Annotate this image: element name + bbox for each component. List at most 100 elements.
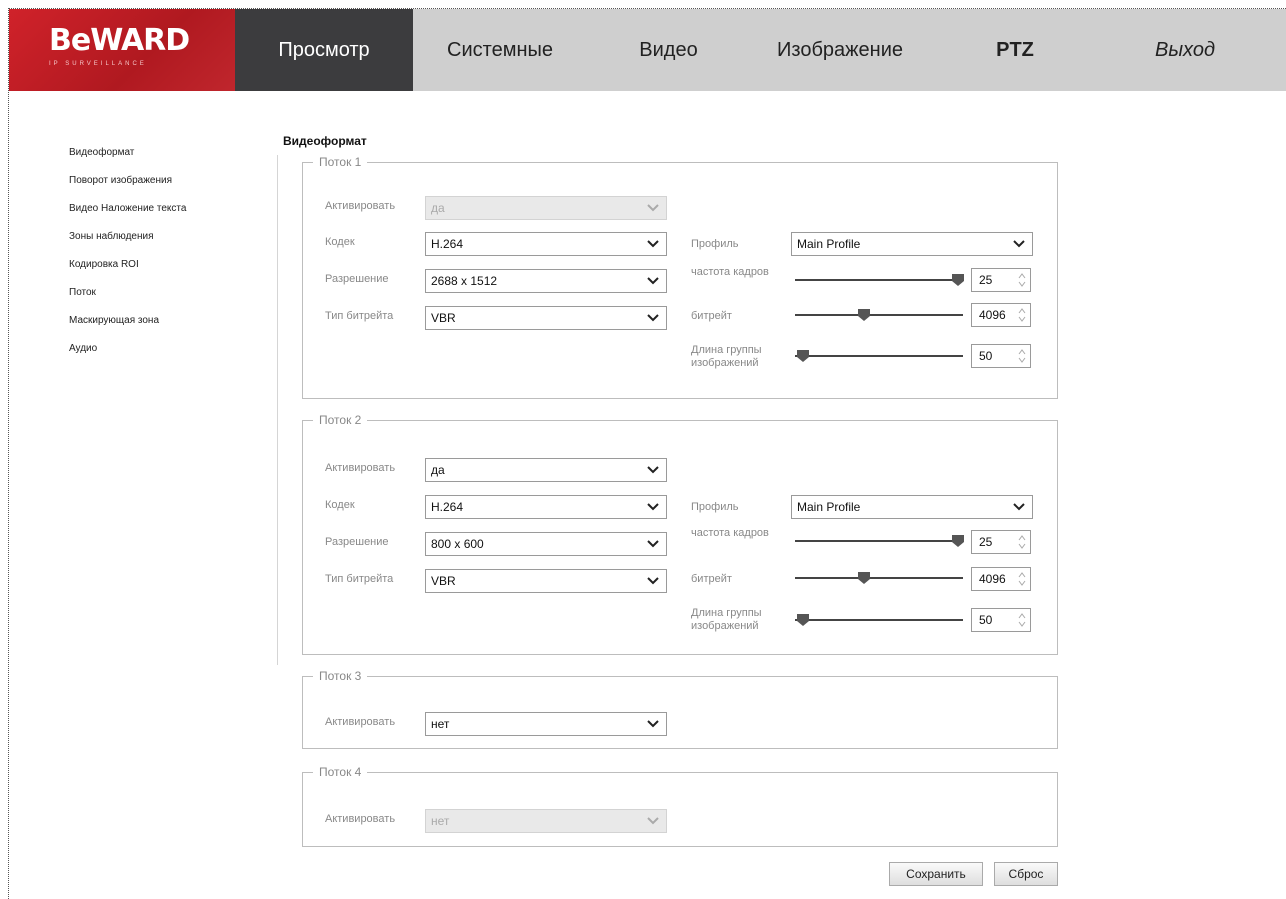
nav-tab-ptz[interactable]: PTZ bbox=[930, 9, 1100, 91]
gop-label: Длина группы изображений bbox=[691, 607, 762, 632]
codec-select[interactable]: H.264 bbox=[425, 232, 667, 256]
sidebar-item-audio[interactable]: Аудио bbox=[69, 335, 186, 363]
sidebar-item-rotation[interactable]: Поворот изображения bbox=[69, 167, 186, 195]
chevron-down-icon bbox=[646, 813, 660, 829]
stream-title: Поток 3 bbox=[319, 669, 362, 683]
spinner-arrows-icon[interactable] bbox=[1018, 349, 1026, 363]
resolution-select[interactable]: 800 x 600 bbox=[425, 532, 667, 556]
stream-title: Поток 1 bbox=[319, 155, 362, 169]
spinner-arrows-icon[interactable] bbox=[1018, 273, 1026, 287]
slider-track bbox=[795, 540, 963, 542]
activate-select[interactable]: да bbox=[425, 458, 667, 482]
gop-slider[interactable] bbox=[795, 613, 963, 627]
sidebar-item-stream[interactable]: Поток bbox=[69, 279, 186, 307]
nav-tab-logout[interactable]: Выход bbox=[1100, 9, 1270, 91]
nav-tab-view[interactable]: Просмотр bbox=[235, 9, 413, 91]
sidebar-item-text-overlay[interactable]: Видео Наложение текста bbox=[69, 195, 186, 223]
stream-title: Поток 2 bbox=[319, 413, 362, 427]
stream-1-group: Поток 1 Активировать да Кодек H.264 Разр… bbox=[302, 155, 1058, 399]
framerate-label: частота кадров bbox=[691, 266, 769, 278]
framerate-spinbox[interactable]: 25 bbox=[971, 530, 1031, 554]
brand-tagline: IP SURVEILLANCE bbox=[49, 61, 147, 67]
bitrate-slider[interactable] bbox=[795, 571, 963, 585]
slider-thumb[interactable] bbox=[796, 349, 810, 363]
chevron-down-icon bbox=[646, 310, 660, 326]
slider-track bbox=[795, 355, 963, 357]
bitrate-label: битрейт bbox=[691, 573, 732, 585]
select-value: да bbox=[431, 201, 445, 215]
profile-select[interactable]: Main Profile bbox=[791, 232, 1033, 256]
slider-thumb[interactable] bbox=[796, 613, 810, 627]
sidebar-item-roi[interactable]: Кодировка ROI bbox=[69, 251, 186, 279]
gop-spinbox[interactable]: 50 bbox=[971, 608, 1031, 632]
sidebar: Видеоформат Поворот изображения Видео На… bbox=[69, 139, 186, 363]
profile-label: Профиль bbox=[691, 238, 739, 250]
save-button[interactable]: Сохранить bbox=[889, 862, 983, 886]
bitrate-type-select[interactable]: VBR bbox=[425, 569, 667, 593]
select-value: VBR bbox=[431, 574, 456, 588]
profile-select[interactable]: Main Profile bbox=[791, 495, 1033, 519]
chevron-down-icon bbox=[646, 462, 660, 478]
slider-track bbox=[795, 619, 963, 621]
spinbox-value: 4096 bbox=[979, 308, 1006, 322]
activate-select[interactable]: нет bbox=[425, 712, 667, 736]
brand-logo[interactable]: BeWARD IP SURVEILLANCE bbox=[9, 9, 235, 91]
bitrate-type-label: Тип битрейта bbox=[325, 573, 394, 585]
select-value: нет bbox=[431, 717, 450, 731]
activate-label: Активировать bbox=[325, 716, 396, 728]
resolution-select[interactable]: 2688 x 1512 bbox=[425, 269, 667, 293]
spinbox-value: 4096 bbox=[979, 572, 1006, 586]
nav-tab-video[interactable]: Видео bbox=[587, 9, 750, 91]
slider-thumb[interactable] bbox=[857, 308, 871, 322]
sidebar-item-zones[interactable]: Зоны наблюдения bbox=[69, 223, 186, 251]
resolution-label: Разрешение bbox=[325, 536, 389, 548]
framerate-slider[interactable] bbox=[795, 534, 965, 548]
select-value: Main Profile bbox=[797, 500, 861, 514]
spinner-arrows-icon[interactable] bbox=[1018, 572, 1026, 586]
nav-tab-image[interactable]: Изображение bbox=[750, 9, 930, 91]
spinbox-value: 25 bbox=[979, 273, 993, 287]
select-value: 800 x 600 bbox=[431, 537, 484, 551]
reset-button[interactable]: Сброс bbox=[994, 862, 1058, 886]
activate-select[interactable]: нет bbox=[425, 809, 667, 833]
sidebar-item-videoformat[interactable]: Видеоформат bbox=[69, 139, 186, 167]
codec-select[interactable]: H.264 bbox=[425, 495, 667, 519]
spinbox-value: 50 bbox=[979, 349, 993, 363]
sidebar-item-privacy-mask[interactable]: Маскирующая зона bbox=[69, 307, 186, 335]
chevron-down-icon bbox=[1012, 499, 1026, 515]
chevron-down-icon bbox=[1012, 236, 1026, 252]
spinner-arrows-icon[interactable] bbox=[1018, 308, 1026, 322]
slider-thumb[interactable] bbox=[951, 534, 965, 548]
stream-2-group: Поток 2 Активировать да Кодек H.264 Разр… bbox=[302, 413, 1058, 655]
activate-label: Активировать bbox=[325, 200, 396, 212]
framerate-spinbox[interactable]: 25 bbox=[971, 268, 1031, 292]
framerate-label: частота кадров bbox=[691, 527, 769, 539]
spinner-arrows-icon[interactable] bbox=[1018, 535, 1026, 549]
select-value: 2688 x 1512 bbox=[431, 274, 498, 288]
profile-label: Профиль bbox=[691, 501, 739, 513]
bitrate-spinbox[interactable]: 4096 bbox=[971, 303, 1031, 327]
chevron-down-icon bbox=[646, 716, 660, 732]
bitrate-type-select[interactable]: VBR bbox=[425, 306, 667, 330]
bitrate-slider[interactable] bbox=[795, 308, 963, 322]
divider bbox=[277, 155, 278, 665]
activate-select[interactable]: да bbox=[425, 196, 667, 220]
chevron-down-icon bbox=[646, 573, 660, 589]
gop-spinbox[interactable]: 50 bbox=[971, 344, 1031, 368]
slider-track bbox=[795, 314, 963, 316]
select-value: Main Profile bbox=[797, 237, 861, 251]
spinbox-value: 25 bbox=[979, 535, 993, 549]
select-value: H.264 bbox=[431, 237, 464, 251]
slider-thumb[interactable] bbox=[857, 571, 871, 585]
bitrate-spinbox[interactable]: 4096 bbox=[971, 567, 1031, 591]
spinner-arrows-icon[interactable] bbox=[1018, 613, 1026, 627]
chevron-down-icon bbox=[646, 273, 660, 289]
resolution-label: Разрешение bbox=[325, 273, 389, 285]
framerate-slider[interactable] bbox=[795, 273, 965, 287]
codec-label: Кодек bbox=[325, 499, 355, 511]
stream-4-group: Поток 4 Активировать нет bbox=[302, 765, 1058, 847]
select-value: H.264 bbox=[431, 500, 464, 514]
slider-thumb[interactable] bbox=[951, 273, 965, 287]
nav-tab-system[interactable]: Системные bbox=[413, 9, 587, 91]
gop-slider[interactable] bbox=[795, 349, 963, 363]
